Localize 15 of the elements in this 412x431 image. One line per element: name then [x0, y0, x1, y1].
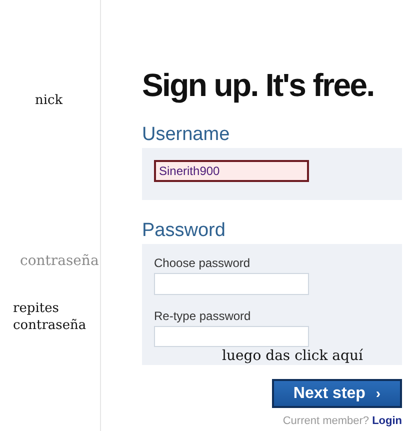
field-label: Re-type password [154, 308, 251, 322]
annotation-note: contraseña [20, 253, 100, 270]
section-label: Username [142, 124, 231, 146]
field-label: Choose password [154, 256, 250, 270]
annotation-note: luego das click aquí [222, 348, 363, 365]
login-prompt: Current member? [282, 415, 370, 427]
annotation-note: repites contraseña [13, 300, 88, 334]
password-field[interactable] [154, 273, 309, 294]
page-heading: Sign up. It's free. [142, 66, 375, 104]
username-field[interactable]: Sinerith900 [154, 160, 309, 182]
next-step-button[interactable]: Next step › [272, 379, 402, 408]
section-label: Password [142, 220, 226, 242]
login-link[interactable]: Login [372, 415, 402, 427]
annotation-note: nick [35, 92, 64, 109]
password-field[interactable] [154, 326, 309, 347]
